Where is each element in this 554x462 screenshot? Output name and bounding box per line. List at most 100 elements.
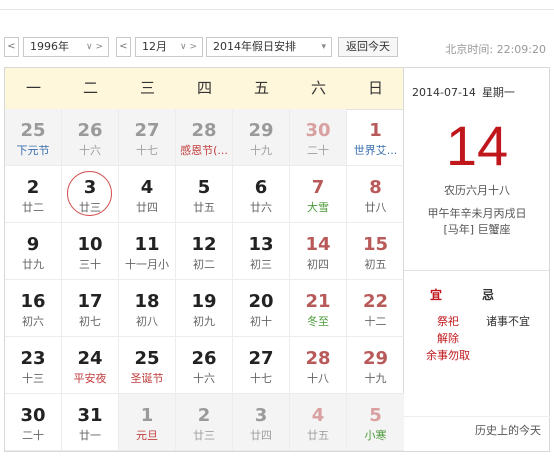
day-cell[interactable]: 24 平安夜 [62,337,119,394]
day-number: 12 [191,234,217,255]
day-cell[interactable]: 14 初四 [290,223,347,280]
day-lunar-label: 初六 [22,315,44,328]
day-cell[interactable]: 17 初七 [62,280,119,337]
day-number: 1 [140,405,154,426]
day-cell[interactable]: 19 初九 [176,280,233,337]
day-lunar-label: 初十 [250,315,272,328]
day-cell[interactable]: 27 十七 [233,337,290,394]
day-cell[interactable]: 5 小寒 [347,394,404,451]
day-cell[interactable]: 1 元旦 [119,394,176,451]
day-number: 13 [248,234,274,255]
day-cell[interactable]: 27 十七 [119,109,176,166]
day-cell[interactable]: 21 冬至 [290,280,347,337]
day-cell[interactable]: 3 廿三 [62,166,119,223]
month-grid: 一 二 三 四 五 六 日 25 下元节 26 十六 27 十七 28 感恩节(... 29 十九… [4,67,404,452]
day-lunar-label: 廿四 [136,201,158,214]
day-number: 2 [197,405,211,426]
day-number: 26 [191,348,217,369]
day-cell[interactable]: 11 十一月小 [119,223,176,280]
day-cell[interactable]: 5 廿五 [176,166,233,223]
day-number: 22 [362,291,389,312]
day-lunar-label: 大雪 [307,201,329,214]
day-lunar-label: 初八 [136,315,158,328]
day-lunar-label: 十八 [307,372,329,385]
day-cell[interactable]: 10 三十 [62,223,119,280]
day-lunar-label: 圣诞节 [130,372,164,385]
day-number: 23 [20,348,46,369]
detail-date: 2014-07-14 星期一 [412,84,515,100]
chevron-down-icon: ∨ > [86,42,103,52]
day-lunar-label: 初三 [250,258,272,271]
weekday-thu: 四 [196,79,212,97]
day-lunar-label: 廿九 [22,258,44,271]
day-cell[interactable]: 12 初二 [176,223,233,280]
day-cell[interactable]: 7 大雪 [290,166,347,223]
day-cell[interactable]: 4 廿四 [119,166,176,223]
history-today-link[interactable]: 历史上的今天 [475,422,541,438]
back-to-today-button[interactable]: 返回今天 [338,37,398,57]
day-lunar-label: 初五 [364,258,387,271]
day-number: 30 [20,405,46,426]
day-number: 25 [134,348,160,369]
caret-down-icon: ▾ [321,42,326,52]
suitable-label: 宜 [430,288,443,302]
year-select[interactable]: 1996年 ∨ > [23,37,109,57]
day-cell[interactable]: 18 初八 [119,280,176,337]
day-number: 9 [26,234,40,255]
day-number: 11 [134,234,160,255]
day-lunar-label: 廿八 [364,201,387,214]
day-cell[interactable]: 28 十八 [290,337,347,394]
day-number: 16 [20,291,46,312]
day-lunar-label: 廿五 [193,201,215,214]
day-cell[interactable]: 20 初十 [233,280,290,337]
day-lunar-label: 十九 [364,372,387,385]
prev-month-button[interactable]: < [116,37,131,57]
day-lunar-label: 三十 [79,258,101,271]
day-cell[interactable]: 29 十九 [347,337,404,394]
day-lunar-label: 冬至 [307,315,329,328]
day-cell[interactable]: 16 初六 [5,280,62,337]
weekday-fri: 五 [253,79,269,97]
day-number: 2 [26,177,40,198]
day-cell[interactable]: 4 廿五 [290,394,347,451]
detail-zodiac: [马年] 巨蟹座 [443,223,511,236]
day-cell[interactable]: 23 十三 [5,337,62,394]
day-number: 4 [140,177,154,198]
day-lunar-label: 廿三 [193,429,215,442]
day-number: 20 [248,291,274,312]
history-divider [404,416,550,417]
day-cell[interactable]: 2 廿二 [5,166,62,223]
selected-day-ring [67,171,112,216]
day-number: 30 [305,120,331,141]
day-cell[interactable]: 3 廿四 [233,394,290,451]
day-cell[interactable]: 22 十二 [347,280,404,337]
day-cell[interactable]: 31 廿一 [62,394,119,451]
day-cell[interactable]: 15 初五 [347,223,404,280]
day-cell[interactable]: 26 十六 [62,109,119,166]
day-number: 31 [77,405,103,426]
day-number: 24 [77,348,103,369]
chevron-right-icon: > [95,42,103,52]
day-cell[interactable]: 25 下元节 [5,109,62,166]
day-cell[interactable]: 28 感恩节(... [176,109,233,166]
day-cell[interactable]: 30 二十 [290,109,347,166]
day-cell[interactable]: 1 世界艾... [347,109,404,166]
holiday-select[interactable]: 2014年假日安排 ▾ [206,37,332,57]
day-cell[interactable]: 9 廿九 [5,223,62,280]
weekday-tue: 二 [82,79,98,97]
day-number: 27 [134,120,160,141]
day-number: 7 [311,177,325,198]
day-cell[interactable]: 13 初三 [233,223,290,280]
day-cell[interactable]: 30 二十 [5,394,62,451]
day-number: 26 [77,120,103,141]
day-cell[interactable]: 25 圣诞节 [119,337,176,394]
day-cell[interactable]: 2 廿三 [176,394,233,451]
chevron-right-icon: > [189,42,197,52]
prev-year-button[interactable]: < [4,37,19,57]
day-cell[interactable]: 29 十九 [233,109,290,166]
day-cell[interactable]: 8 廿八 [347,166,404,223]
day-cell[interactable]: 6 廿六 [233,166,290,223]
day-lunar-label: 初七 [79,315,101,328]
day-cell[interactable]: 26 十六 [176,337,233,394]
month-select[interactable]: 12月 ∨ > [135,37,203,57]
